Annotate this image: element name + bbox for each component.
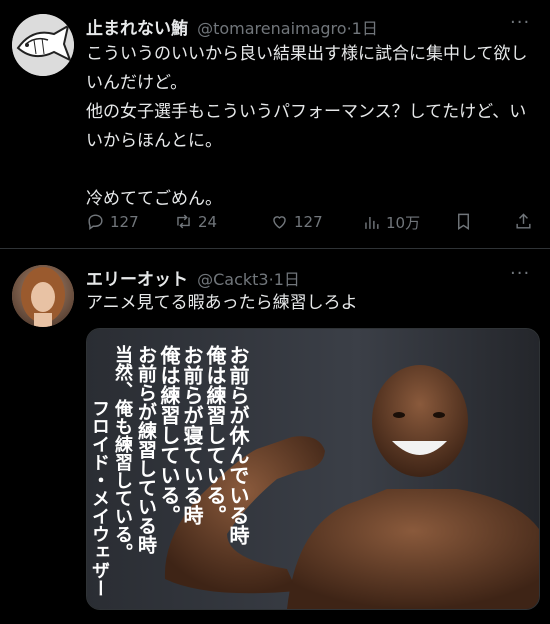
quote-line-1: お前らが休んでいる時 [226, 345, 250, 545]
tweet-2-text: アニメ見てる暇あったら練習しろよ [86, 293, 358, 313]
like-count: 127 [294, 212, 323, 231]
share-button[interactable] [514, 212, 538, 231]
portrait-avatar-icon [12, 265, 74, 327]
handle[interactable]: @Cackt3 [197, 270, 269, 289]
retweet-icon [177, 214, 190, 229]
quote-line-3: お前らが寝ている時 [180, 345, 204, 525]
tweet-2-header: エリーオット @Cackt3·1日 [86, 265, 300, 290]
quote-line-5: お前らが練習している時 [135, 345, 157, 554]
quote-attribution: フロイド・メイウェザー [89, 399, 110, 597]
tuna-avatar-icon [12, 14, 74, 76]
views-count: 10万 [386, 214, 421, 232]
quote-line-6: 当然、俺も練習している。 [112, 345, 133, 561]
tweet-1-header: 止まれない鮪 @tomarenaimagro·1日 [86, 14, 378, 39]
more-options-button[interactable]: ··· [510, 263, 530, 284]
more-options-button[interactable]: ··· [510, 12, 530, 33]
views-button[interactable]: 10万 [362, 212, 420, 233]
heart-icon [273, 216, 286, 229]
reply-icon [88, 214, 103, 231]
retweet-button[interactable]: 24 [174, 212, 217, 231]
avatar-tuna[interactable] [12, 14, 74, 76]
handle[interactable]: @tomarenaimagro [197, 19, 346, 38]
bookmark-button[interactable] [454, 212, 478, 231]
timestamp[interactable]: 1日 [352, 19, 378, 38]
reply-count: 127 [110, 212, 139, 231]
tweet-1-text: こういうのいいから良い結果出す様に試合に集中して欲しいんだけど。 他の女子選手も… [86, 44, 528, 209]
tweet-1-actions: 127 24 127 10万 [86, 212, 536, 236]
quote-line-2: 俺は練習している。 [203, 345, 227, 525]
like-button[interactable]: 127 [270, 212, 323, 231]
bookmark-icon [458, 213, 469, 230]
retweet-count: 24 [198, 212, 218, 231]
avatar-elliott[interactable] [12, 265, 74, 327]
share-icon [516, 213, 531, 229]
display-name[interactable]: エリーオット [86, 270, 188, 290]
views-chart-icon [365, 216, 379, 229]
quote-line-4: 俺は練習している。 [157, 345, 181, 525]
attached-image[interactable]: お前らが休んでいる時 俺は練習している。 お前らが寝ている時 俺は練習している。… [86, 328, 540, 610]
timestamp[interactable]: 1日 [274, 270, 300, 289]
tweet-1[interactable]: 止まれない鮪 @tomarenaimagro·1日 ··· こういうのいいから良… [0, 0, 550, 248]
reply-button[interactable]: 127 [86, 212, 139, 231]
display-name[interactable]: 止まれない鮪 [86, 19, 188, 39]
